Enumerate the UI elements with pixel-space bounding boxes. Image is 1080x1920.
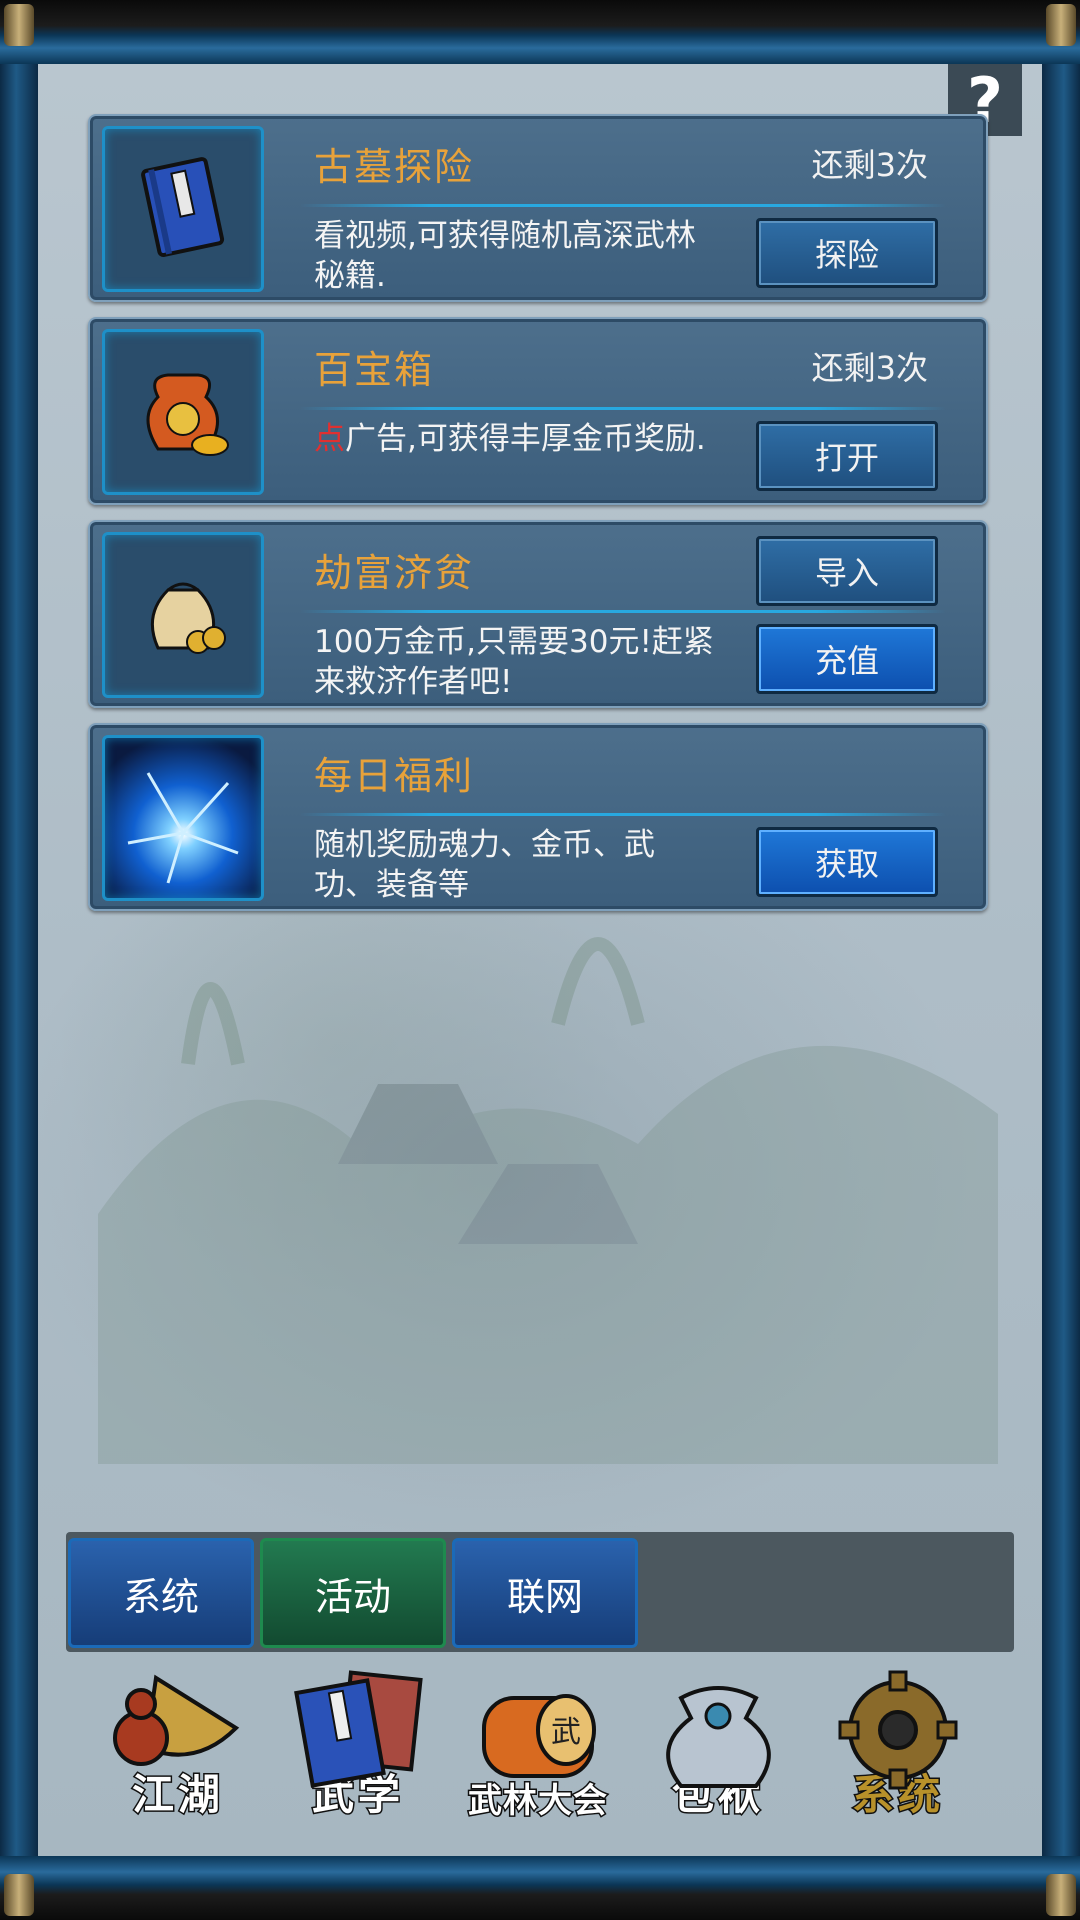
card-title: 每日福利 bbox=[314, 754, 475, 798]
import-button[interactable]: 导入 bbox=[756, 536, 938, 606]
nav-jianghu[interactable]: 江湖 bbox=[96, 1668, 260, 1828]
activity-card-donate: 劫富济贫 100万金币,只需要30元!赶紧来救济作者吧! 导入 充值 bbox=[88, 520, 988, 708]
rod-cap-icon bbox=[1046, 4, 1076, 46]
card-description: 随机奖励魂力、金币、武功、装备等 bbox=[314, 825, 714, 905]
card-title: 劫富济贫 bbox=[314, 551, 475, 595]
explore-button[interactable]: 探险 bbox=[756, 218, 938, 288]
desc-text: 广告,可获得丰厚金币奖励. bbox=[345, 421, 706, 457]
lightning-orb-icon bbox=[102, 735, 264, 901]
svg-text:武: 武 bbox=[551, 1715, 581, 1750]
drum-icon: 武 bbox=[482, 1694, 596, 1778]
divider bbox=[300, 610, 946, 613]
tab-system[interactable]: 系统 bbox=[68, 1538, 254, 1648]
nav-tournament[interactable]: 武 武林大会 bbox=[456, 1668, 620, 1828]
desc-text: 随机奖励魂力、金币、武功、装备等 bbox=[314, 827, 655, 903]
rod-cap-icon bbox=[4, 1874, 34, 1916]
blue-book-icon bbox=[102, 126, 264, 292]
divider bbox=[300, 813, 946, 816]
card-description: 看视频,可获得随机高深武林秘籍. bbox=[314, 216, 714, 296]
tab-network[interactable]: 联网 bbox=[452, 1538, 638, 1648]
divider bbox=[300, 204, 946, 207]
books-icon bbox=[294, 1670, 423, 1788]
activity-card-treasure: 百宝箱 还剩3次 点广告,可获得丰厚金币奖励. 打开 bbox=[88, 317, 988, 505]
scroll-top-rod bbox=[0, 0, 1080, 64]
rod-cap-icon bbox=[1046, 1874, 1076, 1916]
nav-bag[interactable]: 包袱 bbox=[636, 1668, 800, 1828]
card-description: 100万金币,只需要30元!赶紧来救济作者吧! bbox=[314, 622, 714, 702]
card-title: 古墓探险 bbox=[314, 145, 475, 189]
rod-cap-icon bbox=[4, 4, 34, 46]
desc-highlight: 点 bbox=[314, 421, 345, 457]
desc-text: 看视频,可获得随机高深武林秘籍. bbox=[314, 218, 696, 294]
divider bbox=[300, 407, 946, 410]
recharge-button[interactable]: 充值 bbox=[756, 624, 938, 694]
tab-activity[interactable]: 活动 bbox=[260, 1538, 446, 1648]
open-button[interactable]: 打开 bbox=[756, 421, 938, 491]
card-title: 百宝箱 bbox=[314, 348, 435, 392]
nav-martial-arts[interactable]: 武学 bbox=[276, 1668, 440, 1828]
bundle-icon bbox=[666, 1686, 771, 1788]
remaining-count: 还剩3次 bbox=[811, 146, 928, 184]
claim-button[interactable]: 获取 bbox=[756, 827, 938, 897]
card-description: 点广告,可获得丰厚金币奖励. bbox=[314, 419, 714, 459]
gear-icon bbox=[838, 1670, 958, 1790]
activity-card-tomb: 古墓探险 还剩3次 看视频,可获得随机高深武林秘籍. 探险 bbox=[88, 114, 988, 302]
scroll-bottom-rod bbox=[0, 1856, 1080, 1920]
nav-system[interactable]: 系统 bbox=[816, 1668, 980, 1828]
coin-pouch-icon bbox=[102, 532, 264, 698]
activity-card-daily: 每日福利 随机奖励魂力、金币、武功、装备等 获取 bbox=[88, 723, 988, 911]
gourd-hat-icon bbox=[113, 1674, 240, 1766]
remaining-count: 还剩3次 bbox=[811, 349, 928, 387]
desc-text: 100万金币,只需要30元!赶紧来救济作者吧! bbox=[314, 624, 714, 700]
treasure-bag-icon bbox=[102, 329, 264, 495]
tab-bar: 系统 活动 联网 bbox=[66, 1532, 1014, 1652]
